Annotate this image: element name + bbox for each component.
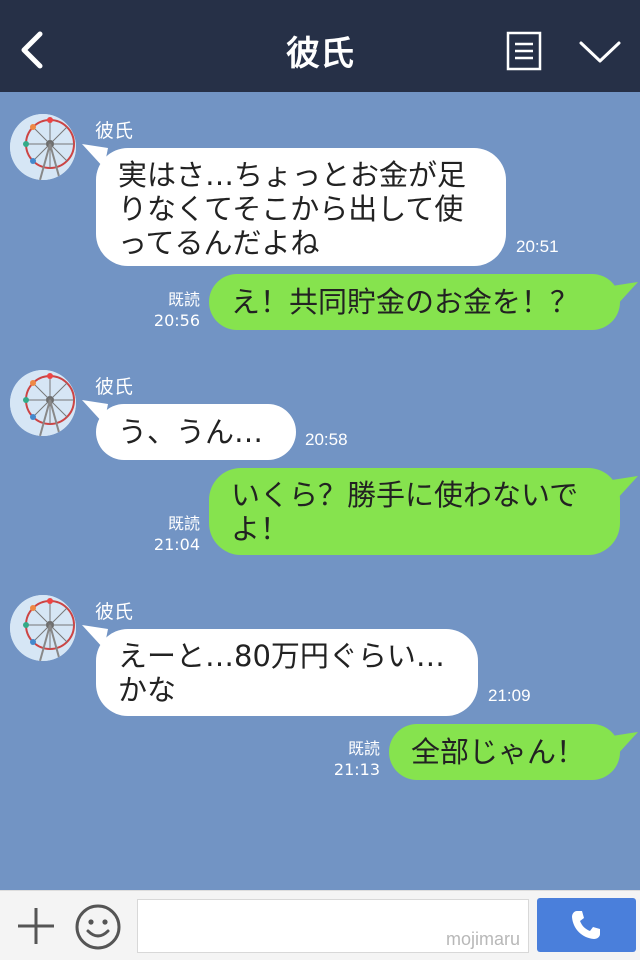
read-label: 既読 (347, 739, 380, 758)
message-line: いくら？勝手に使わないで (231, 478, 579, 512)
message-line: え！共同貯金のお金を！？ (231, 285, 580, 319)
message-line: えーと…80万円ぐらい… (118, 639, 445, 673)
chat-title: 彼氏 (286, 34, 354, 74)
message-line: りなくてそこから出して使 (118, 192, 464, 226)
ferris-wheel-icon (10, 595, 76, 661)
message-line: 実はさ…ちょっとお金が足 (118, 158, 467, 192)
bubble-tail (612, 282, 638, 306)
avatar[interactable] (10, 370, 76, 436)
timestamp: 21:09 (488, 686, 531, 705)
message-bubble[interactable]: え！共同貯金のお金を！？ (209, 274, 620, 330)
chat-header: 彼氏 (0, 0, 640, 92)
message-bubble[interactable]: 実はさ…ちょっとお金が足 りなくてそこから出して使 ってるんだよね (96, 148, 506, 266)
sender-name: 彼氏 (95, 376, 134, 398)
chevron-down-icon[interactable] (578, 38, 622, 66)
read-receipt: 既読 20:56 (150, 289, 200, 331)
message-line: 全部じゃん！ (411, 735, 586, 769)
timestamp: 20:56 (153, 311, 200, 330)
timestamp: 21:04 (153, 535, 200, 554)
read-label: 既読 (167, 514, 200, 533)
smile-icon[interactable] (74, 903, 122, 951)
ferris-wheel-icon (10, 114, 76, 180)
bubble-tail (612, 476, 638, 500)
sender-name: 彼氏 (95, 120, 134, 142)
message-line: う、うん… (118, 415, 264, 449)
read-receipt: 既読 21:13 (330, 738, 380, 780)
bubble-tail (612, 732, 638, 756)
timestamp: 20:58 (305, 430, 348, 449)
timestamp: 21:13 (333, 760, 380, 779)
message-input[interactable]: mojimaru (137, 899, 529, 953)
phone-icon (572, 911, 600, 939)
sender-name: 彼氏 (95, 601, 134, 623)
ferris-wheel-icon (10, 370, 76, 436)
message-line: よ！ (231, 512, 290, 546)
message-line: ってるんだよね (118, 226, 320, 260)
input-bar: mojimaru (0, 890, 640, 960)
message-bubble[interactable]: えーと…80万円ぐらい… かな (96, 629, 478, 716)
message-bubble[interactable]: いくら？勝手に使わないで よ！ (209, 468, 620, 555)
read-label: 既読 (167, 290, 200, 309)
message-list[interactable]: 彼氏 実はさ…ちょっとお金が足 りなくてそこから出して使 ってるんだよね 20:… (0, 92, 640, 890)
message-bubble[interactable]: う、うん… (96, 404, 296, 460)
call-button[interactable] (537, 898, 636, 952)
message-bubble[interactable]: 全部じゃん！ (389, 724, 620, 780)
message-line: かな (118, 673, 177, 707)
read-receipt: 既読 21:04 (150, 513, 200, 555)
plus-icon[interactable] (15, 905, 57, 947)
avatar[interactable] (10, 114, 76, 180)
menu-icon[interactable] (506, 31, 542, 71)
avatar[interactable] (10, 595, 76, 661)
watermark: mojimaru (445, 929, 520, 949)
timestamp: 20:51 (516, 237, 559, 256)
